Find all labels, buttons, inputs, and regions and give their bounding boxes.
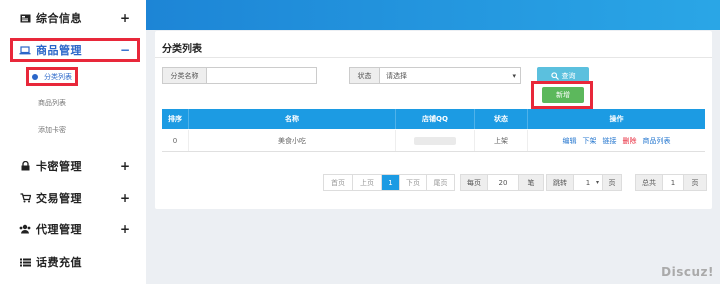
sidebar-item-label: 卡密管理 xyxy=(36,160,82,173)
caret-down-icon: ▾ xyxy=(512,71,516,80)
sidebar-item-agents[interactable]: 代理管理 + xyxy=(0,216,146,242)
sidebar-subitem-product-list[interactable]: 商品列表 xyxy=(0,94,146,112)
page-nav: 首页 上页 1 下页 尾页 xyxy=(323,174,455,191)
jump-unit: 页 xyxy=(603,175,621,190)
search-icon xyxy=(550,71,559,80)
total-pages: 总共 1 页 xyxy=(635,174,707,191)
edit-link[interactable]: 编辑 xyxy=(563,136,577,146)
per-page-unit: 笔 xyxy=(519,175,543,190)
product-list-link[interactable]: 商品列表 xyxy=(643,136,671,146)
divider xyxy=(155,57,712,58)
status-field: 状态 请选择 ▾ xyxy=(349,67,521,84)
sidebar-item-label: 话费充值 xyxy=(36,256,82,269)
caret-down-icon: ▾ xyxy=(595,179,599,186)
highlight-box xyxy=(26,67,78,86)
first-page-button[interactable]: 首页 xyxy=(324,175,353,190)
table-header: 排序 名称 店铺QQ 状态 操作 xyxy=(162,109,705,129)
header-actions: 操作 xyxy=(609,115,624,123)
table-row: 0 美食小吃 上架 编辑 下架 链接 删除 商品列表 xyxy=(162,130,705,152)
current-page-button[interactable]: 1 xyxy=(382,175,400,190)
group-icon xyxy=(18,224,32,234)
sidebar-subitem-label: 商品列表 xyxy=(38,99,66,107)
top-header-bar xyxy=(146,0,720,30)
search-button-label: 查询 xyxy=(561,71,576,80)
header-shop-qq: 店铺QQ xyxy=(396,109,475,129)
sidebar-subitem-add-card[interactable]: 添加卡密 xyxy=(0,121,146,139)
category-list-panel: 分类列表 分类名称 状态 请选择 ▾ 查询 新增 排序 名称 店铺QQ 状态 操… xyxy=(155,31,712,209)
expand-icon[interactable]: + xyxy=(120,11,130,25)
sidebar: 综合信息 + 商品管理 − 分类列表 商品列表 添加卡密 卡密管理 + 交易管理… xyxy=(0,0,146,284)
jump-control: 跳转 1 ▾ 页 xyxy=(546,174,622,191)
id-card-icon xyxy=(18,14,32,23)
status-select[interactable]: 请选择 ▾ xyxy=(380,68,520,83)
sidebar-item-label: 代理管理 xyxy=(36,223,82,236)
total-value: 1 xyxy=(663,175,684,190)
category-name-input[interactable] xyxy=(207,68,316,83)
header-order: 排序 xyxy=(162,109,189,129)
jump-label: 跳转 xyxy=(547,175,574,190)
prev-page-button[interactable]: 上页 xyxy=(353,175,382,190)
total-unit: 页 xyxy=(684,175,706,190)
per-page-label: 每页 xyxy=(461,175,488,190)
redacted-qq xyxy=(414,136,456,145)
highlight-box xyxy=(10,38,140,62)
unpublish-link[interactable]: 下架 xyxy=(583,136,597,146)
per-page-input[interactable]: 20 xyxy=(488,175,519,190)
page-title: 分类列表 xyxy=(162,44,202,55)
row-status: 上架 xyxy=(475,130,528,151)
last-page-button[interactable]: 尾页 xyxy=(427,175,454,190)
sidebar-item-recharge[interactable]: 话费充值 xyxy=(0,249,146,275)
row-name: 美食小吃 xyxy=(189,130,396,151)
delete-link[interactable]: 删除 xyxy=(623,136,637,146)
jump-select[interactable]: 1 ▾ xyxy=(574,175,603,190)
watermark: Discuz! xyxy=(661,265,714,279)
sidebar-item-overview[interactable]: 综合信息 + xyxy=(0,5,146,31)
next-page-button[interactable]: 下页 xyxy=(400,175,427,190)
sidebar-item-trades[interactable]: 交易管理 + xyxy=(0,185,146,211)
row-actions: 编辑 下架 链接 删除 商品列表 xyxy=(528,130,705,151)
sidebar-item-label: 综合信息 xyxy=(36,12,82,25)
category-name-label: 分类名称 xyxy=(163,68,207,83)
jump-select-value: 1 xyxy=(585,178,591,187)
highlight-box xyxy=(531,81,593,109)
row-shop-qq xyxy=(396,130,475,151)
category-name-field: 分类名称 xyxy=(162,67,317,84)
cart-icon xyxy=(18,193,32,203)
status-label: 状态 xyxy=(350,68,380,83)
sidebar-subitem-label: 添加卡密 xyxy=(38,126,66,134)
total-label: 总共 xyxy=(636,175,663,190)
expand-icon[interactable]: + xyxy=(120,191,130,205)
per-page-control: 每页 20 笔 xyxy=(460,174,544,191)
sidebar-item-label: 交易管理 xyxy=(36,192,82,205)
list-icon xyxy=(18,258,32,267)
header-status: 状态 xyxy=(475,109,528,129)
link-link[interactable]: 链接 xyxy=(603,136,617,146)
expand-icon[interactable]: + xyxy=(120,159,130,173)
status-select-value: 请选择 xyxy=(386,71,407,80)
row-order: 0 xyxy=(162,130,189,151)
header-name: 名称 xyxy=(189,109,396,129)
sidebar-item-cards[interactable]: 卡密管理 + xyxy=(0,153,146,179)
lock-icon xyxy=(18,161,32,171)
expand-icon[interactable]: + xyxy=(120,222,130,236)
